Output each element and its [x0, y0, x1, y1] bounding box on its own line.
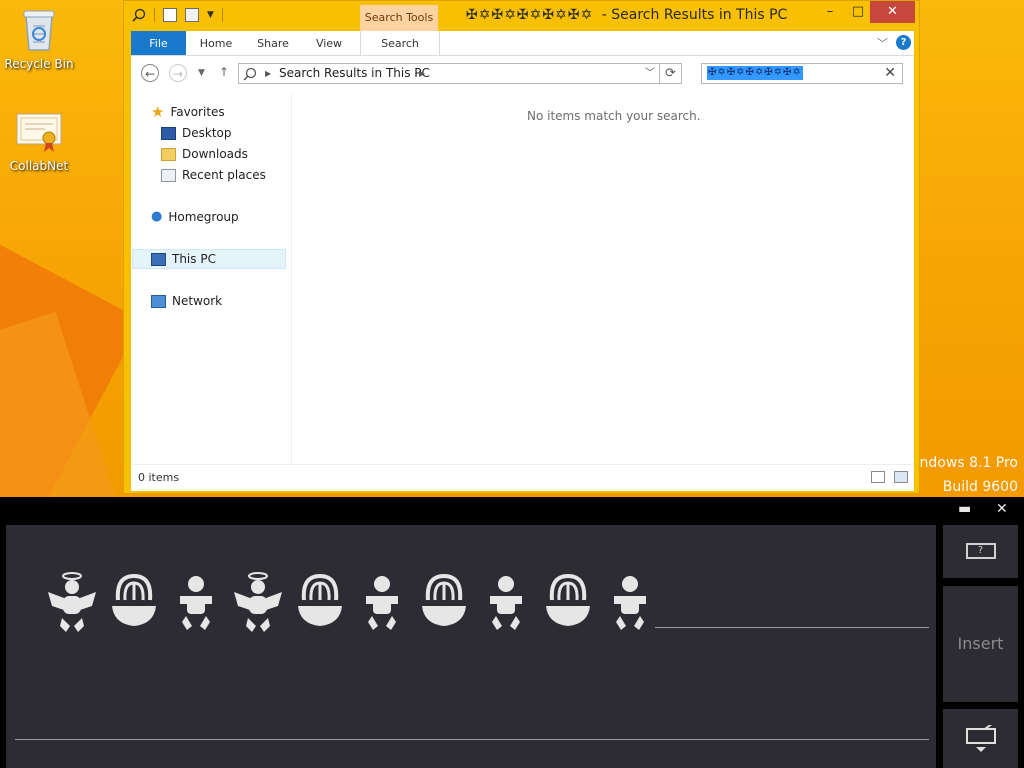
fountain-symbol-icon	[546, 573, 590, 626]
tab-search[interactable]: Search	[360, 31, 440, 55]
refresh-button[interactable]: ⟳	[660, 63, 682, 84]
recycle-bin-shortcut[interactable]: Recycle Bin	[4, 6, 74, 71]
maximize-button[interactable]: □	[844, 1, 872, 23]
address-bar[interactable]: ▶ Search Results in This PC ▶ ﹀	[238, 63, 660, 84]
large-icons-view-icon[interactable]	[894, 471, 908, 483]
downloads-folder-icon	[161, 147, 176, 161]
window-title-text: Search Results in This PC	[611, 7, 788, 23]
back-button[interactable]: ←	[141, 64, 159, 82]
ribbon-tabs: File Home Share View Search ﹀ ?	[131, 31, 914, 56]
computer-icon	[151, 252, 166, 266]
navigation-pane: ★ Favorites Desktop Downloads Recent pla…	[131, 92, 292, 464]
search-query: ✠✡✠✡✠✡✠✡✠✡	[707, 66, 803, 80]
item-count: 0 items	[138, 471, 180, 484]
desktop-icon	[161, 126, 176, 140]
collabnet-shortcut[interactable]: CollabNet	[4, 110, 74, 173]
help-button[interactable]: ?	[943, 525, 1018, 578]
sidebar-item-desktop[interactable]: Desktop	[161, 123, 232, 143]
sidebar-item-recent-places[interactable]: Recent places	[161, 165, 266, 185]
sidebar-item-favorites[interactable]: ★ Favorites	[151, 102, 225, 122]
sidebar-item-label: Favorites	[170, 105, 225, 119]
minimize-button[interactable]: –	[816, 1, 844, 23]
baby-symbol-icon	[490, 576, 522, 630]
window-title: ✠✡✠✡✠✡✠✡✠✡ - Search Results in This PC	[466, 7, 788, 23]
angel-baby-symbol-icon	[48, 572, 96, 632]
keyboard-icon	[965, 722, 996, 752]
certificate-icon	[4, 110, 74, 157]
title-symbol-glyphs: ✠✡✠✡✠✡✠✡✠✡	[466, 7, 594, 23]
details-view-icon[interactable]	[871, 471, 885, 483]
tab-share[interactable]: Share	[246, 31, 300, 55]
network-icon	[151, 294, 166, 308]
chevron-down-icon[interactable]: ▼	[207, 10, 214, 20]
recycle-bin-label: Recycle Bin	[4, 57, 74, 71]
help-icon: ?	[965, 543, 996, 559]
sidebar-item-label: Homegroup	[168, 210, 239, 224]
status-bar: 0 items	[131, 464, 914, 491]
baby-symbol-icon	[180, 576, 212, 630]
star-icon: ★	[151, 103, 165, 121]
math-input-panel: ▬ ✕ ? Insert	[0, 497, 1024, 768]
recognized-symbols	[46, 570, 656, 634]
help-icon[interactable]: ?	[896, 35, 911, 50]
tab-view[interactable]: View	[302, 31, 356, 55]
search-tools-context-label: Search Tools	[360, 5, 438, 31]
recent-places-icon	[161, 168, 176, 182]
breadcrumb-arrow-icon[interactable]: ▶	[419, 64, 425, 83]
quick-access-toolbar: ▼	[132, 8, 223, 22]
writing-guideline	[15, 739, 929, 740]
recent-locations-icon[interactable]: ▼	[198, 68, 205, 78]
sidebar-item-downloads[interactable]: Downloads	[161, 144, 248, 164]
homegroup-icon: ●	[151, 209, 163, 224]
fountain-symbol-icon	[422, 573, 466, 626]
sidebar-item-label: Desktop	[182, 126, 232, 140]
up-button[interactable]: ↑	[219, 65, 229, 79]
search-icon[interactable]	[132, 8, 146, 22]
recycle-bin-icon	[4, 6, 74, 55]
insert-button[interactable]: Insert	[943, 586, 1018, 702]
clear-search-icon[interactable]: ✕	[884, 65, 896, 81]
tab-home[interactable]: Home	[188, 31, 244, 55]
baby-symbol-icon	[366, 576, 398, 630]
collabnet-label: CollabNet	[9, 159, 69, 173]
fountain-symbol-icon	[298, 573, 342, 626]
close-button[interactable]: ✕	[996, 501, 1008, 517]
sidebar-item-label: Network	[172, 294, 223, 308]
sidebar-item-label: Recent places	[182, 168, 266, 182]
baby-symbol-icon	[614, 576, 646, 630]
sidebar-item-this-pc[interactable]: This PC	[132, 249, 286, 269]
explorer-window: ▼ Search Tools ✠✡✠✡✠✡✠✡✠✡ - Search Resul…	[123, 0, 920, 494]
keyboard-toggle-button[interactable]	[943, 709, 1018, 768]
search-input[interactable]: ✠✡✠✡✠✡✠✡✠✡ ✕	[701, 63, 903, 84]
expand-ribbon-icon[interactable]: ﹀	[877, 35, 888, 51]
windows-watermark-build: Build 9600	[942, 479, 1018, 495]
angel-baby-symbol-icon	[234, 572, 282, 632]
empty-results-message: No items match your search.	[527, 109, 701, 123]
writing-guideline	[655, 627, 929, 628]
minimize-button[interactable]: ▬	[958, 501, 971, 517]
sidebar-item-label: Downloads	[182, 147, 248, 161]
forward-button[interactable]: →	[169, 64, 187, 82]
search-location-icon	[243, 67, 257, 81]
title-bar[interactable]: ▼ Search Tools ✠✡✠✡✠✡✠✡✠✡ - Search Resul…	[124, 1, 919, 31]
tab-file[interactable]: File	[131, 31, 186, 55]
close-button[interactable]: ✕	[870, 1, 915, 23]
sidebar-item-homegroup[interactable]: ● Homegroup	[151, 207, 239, 227]
content-area: ★ Favorites Desktop Downloads Recent pla…	[131, 92, 914, 464]
breadcrumb-arrow-icon[interactable]: ▶	[265, 64, 271, 83]
desktop-background: Recycle Bin CollabNet indows 8.1 Pro Bui…	[0, 0, 1024, 497]
windows-watermark-edition: indows 8.1 Pro	[915, 455, 1018, 471]
new-folder-icon[interactable]	[185, 8, 199, 22]
breadcrumb[interactable]: Search Results in This PC	[279, 64, 430, 83]
sidebar-item-network[interactable]: Network	[151, 291, 222, 311]
properties-icon[interactable]	[163, 8, 177, 22]
writing-area[interactable]	[6, 525, 936, 768]
address-dropdown-icon[interactable]: ﹀	[645, 64, 655, 83]
fountain-symbol-icon	[112, 573, 156, 626]
navigation-bar: ← → ▼ ↑ ▶ Search Results in This PC ▶ ﹀ …	[131, 56, 914, 92]
sidebar-item-label: This PC	[172, 252, 216, 266]
